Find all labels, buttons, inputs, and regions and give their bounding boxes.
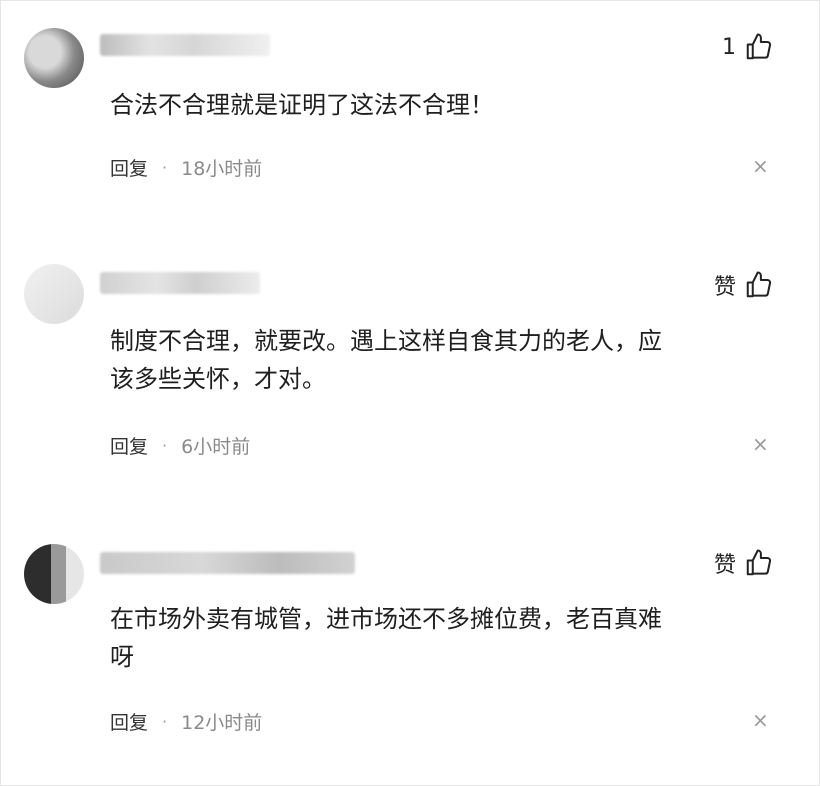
meta-separator: · bbox=[162, 711, 168, 731]
close-icon[interactable]: × bbox=[752, 434, 769, 454]
comment-meta: 回复 · 18小时前 bbox=[110, 152, 262, 182]
reply-button[interactable]: 回复 bbox=[110, 154, 148, 181]
meta-separator: · bbox=[162, 157, 168, 177]
comment-meta: 回复 · 12小时前 bbox=[110, 706, 262, 736]
like-button[interactable]: 赞 bbox=[714, 546, 774, 580]
username-blurred[interactable] bbox=[100, 552, 355, 574]
comment-text: 制度不合理，就要改。遇上这样自食其力的老人，应 该多些关怀，才对。 bbox=[110, 327, 662, 393]
thumbs-up-icon bbox=[746, 271, 772, 298]
reply-button[interactable]: 回复 bbox=[110, 432, 148, 459]
avatar[interactable] bbox=[24, 28, 84, 88]
comment-time: 18小时前 bbox=[181, 157, 263, 180]
comment-text: 在市场外卖有城管，进市场还不多摊位费，老百真难 呀 bbox=[110, 605, 662, 671]
reply-button[interactable]: 回复 bbox=[110, 708, 148, 735]
like-label: 赞 bbox=[713, 553, 736, 578]
like-button[interactable]: 赞 bbox=[714, 268, 774, 302]
avatar[interactable] bbox=[24, 544, 84, 604]
comment-meta: 回复 · 6小时前 bbox=[110, 430, 250, 460]
like-button[interactable]: 1 bbox=[722, 30, 774, 64]
avatar[interactable] bbox=[24, 264, 84, 324]
meta-separator: · bbox=[162, 435, 168, 455]
like-count: 1 bbox=[722, 34, 736, 60]
close-icon[interactable]: × bbox=[752, 710, 769, 730]
comment-time: 6小时前 bbox=[181, 435, 251, 458]
username-blurred[interactable] bbox=[100, 34, 270, 56]
thumbs-up-icon bbox=[746, 549, 772, 576]
like-label: 赞 bbox=[713, 275, 736, 300]
comment-time: 12小时前 bbox=[181, 711, 263, 734]
close-icon[interactable]: × bbox=[752, 156, 769, 176]
username-blurred[interactable] bbox=[100, 272, 260, 294]
comment-text: 合法不合理就是证明了这法不合理！ bbox=[110, 91, 494, 119]
thumbs-up-icon bbox=[746, 33, 772, 60]
